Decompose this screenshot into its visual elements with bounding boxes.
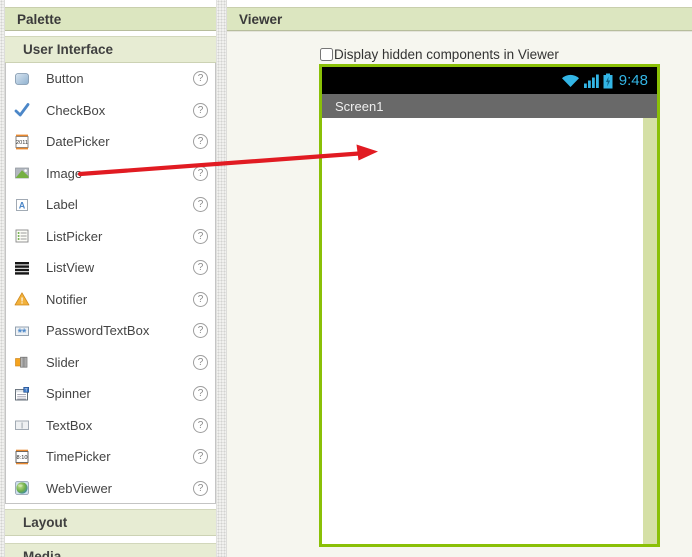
palette-item-textbox[interactable]: I TextBox ?	[6, 410, 215, 442]
palette-item-listpicker[interactable]: ListPicker ?	[6, 221, 215, 253]
section-user-interface[interactable]: User Interface	[5, 36, 216, 63]
palette-item-label: ListView	[46, 260, 95, 276]
palette-item-label: TimePicker	[46, 449, 111, 465]
palette-item-label: DatePicker	[46, 134, 110, 150]
palette-item-label: Button	[46, 71, 84, 87]
help-icon[interactable]: ?	[193, 197, 208, 213]
svg-text:**: **	[18, 327, 27, 339]
component-list: Button ? CheckBox ? 2011 DatePicker ? Im…	[5, 63, 216, 504]
viewer-panel-header: Viewer	[227, 7, 692, 31]
viewer-body: Display hidden components in Viewer 9:48…	[227, 31, 692, 557]
help-icon[interactable]: ?	[193, 291, 208, 307]
help-icon[interactable]: ?	[193, 354, 208, 370]
help-icon[interactable]: ?	[193, 165, 208, 181]
label-icon: A	[16, 198, 28, 211]
spinner-icon: T	[15, 386, 29, 401]
display-hidden-checkbox[interactable]	[320, 47, 333, 61]
help-icon[interactable]: ?	[193, 71, 208, 87]
palette-panel: Palette User Interface Button ? CheckBox…	[5, 0, 216, 557]
help-icon[interactable]: ?	[193, 260, 208, 276]
section-label: User Interface	[23, 42, 114, 57]
svg-text:8:10: 8:10	[17, 455, 28, 461]
display-hidden-row: Display hidden components in Viewer	[320, 32, 692, 62]
svg-text:2011: 2011	[16, 140, 28, 146]
section-layout[interactable]: Layout	[5, 509, 216, 536]
viewer-panel: Viewer Display hidden components in View…	[227, 0, 692, 557]
help-icon[interactable]: ?	[193, 134, 208, 150]
palette-item-image[interactable]: Image ?	[6, 158, 215, 190]
phone-mockup: 9:48 Screen1	[319, 64, 660, 547]
palette-item-webviewer[interactable]: WebViewer ?	[6, 473, 215, 505]
help-icon[interactable]: ?	[193, 386, 208, 402]
timepicker-icon: 8:10	[15, 449, 29, 465]
palette-item-slider[interactable]: Slider ?	[6, 347, 215, 379]
help-icon[interactable]: ?	[193, 480, 208, 496]
button-icon	[15, 72, 29, 85]
phone-title-bar: Screen1	[322, 94, 657, 118]
listpicker-icon	[15, 229, 29, 243]
palette-item-label: Image	[46, 165, 83, 181]
palette-item-datepicker[interactable]: 2011 DatePicker ?	[6, 126, 215, 158]
palette-item-label: WebViewer	[46, 480, 112, 496]
screen-side-strip	[643, 118, 657, 544]
palette-item-label: Slider	[46, 354, 80, 370]
app-inventor-designer: Palette User Interface Button ? CheckBox…	[0, 0, 692, 557]
help-icon[interactable]: ?	[193, 323, 208, 339]
signal-bars-icon	[583, 74, 599, 88]
help-icon[interactable]: ?	[193, 102, 208, 118]
section-label: Media	[23, 549, 62, 557]
notifier-icon: !	[14, 292, 30, 306]
datepicker-icon: 2011	[15, 134, 29, 150]
screen-title: Screen1	[335, 98, 384, 114]
palette-item-label: Spinner	[46, 386, 91, 402]
webviewer-icon	[15, 481, 29, 496]
palette-item-label: CheckBox	[46, 102, 106, 118]
palette-item-label: ListPicker	[46, 228, 103, 244]
viewer-title: Viewer	[239, 11, 283, 27]
palette-item-label: Label	[46, 197, 78, 213]
palette-item-spinner[interactable]: T Spinner ?	[6, 378, 215, 410]
palette-item-label: TextBox	[46, 417, 93, 433]
battery-icon	[603, 73, 613, 88]
wifi-icon	[561, 74, 579, 87]
palette-item-label: Notifier	[46, 291, 88, 307]
section-label: Layout	[23, 515, 68, 530]
palette-item-notifier[interactable]: ! Notifier ?	[6, 284, 215, 316]
svg-text:!: !	[21, 296, 24, 306]
palette-title: Palette	[17, 11, 62, 27]
svg-text:I: I	[21, 421, 23, 431]
palette-item-checkbox[interactable]: CheckBox ?	[6, 95, 215, 127]
help-icon[interactable]: ?	[193, 228, 208, 244]
panel-splitter[interactable]	[216, 0, 227, 557]
section-media[interactable]: Media	[5, 543, 216, 557]
phone-screen-drop-area[interactable]	[322, 118, 657, 544]
phone-status-bar: 9:48	[322, 67, 657, 94]
palette-item-label: PasswordTextBox	[46, 323, 150, 339]
listview-icon	[15, 261, 29, 275]
palette-item-passwordtextbox[interactable]: ** PasswordTextBox ?	[6, 315, 215, 347]
help-icon[interactable]: ?	[193, 417, 208, 433]
palette-item-timepicker[interactable]: 8:10 TimePicker ?	[6, 441, 215, 473]
palette-panel-header: Palette	[5, 7, 216, 31]
svg-text:T: T	[25, 387, 28, 392]
palette-item-button[interactable]: Button ?	[6, 63, 215, 95]
status-clock: 9:48	[618, 72, 648, 89]
palette-item-listview[interactable]: ListView ?	[6, 252, 215, 284]
checkbox-icon	[14, 103, 30, 117]
svg-text:A: A	[19, 200, 26, 210]
palette-item-label[interactable]: A Label ?	[6, 189, 215, 221]
passwordtextbox-icon: **	[15, 326, 29, 339]
slider-icon	[15, 357, 28, 368]
help-icon[interactable]: ?	[193, 449, 208, 465]
image-icon	[15, 167, 29, 179]
display-hidden-label: Display hidden components in Viewer	[334, 46, 559, 62]
textbox-icon: I	[15, 420, 29, 431]
